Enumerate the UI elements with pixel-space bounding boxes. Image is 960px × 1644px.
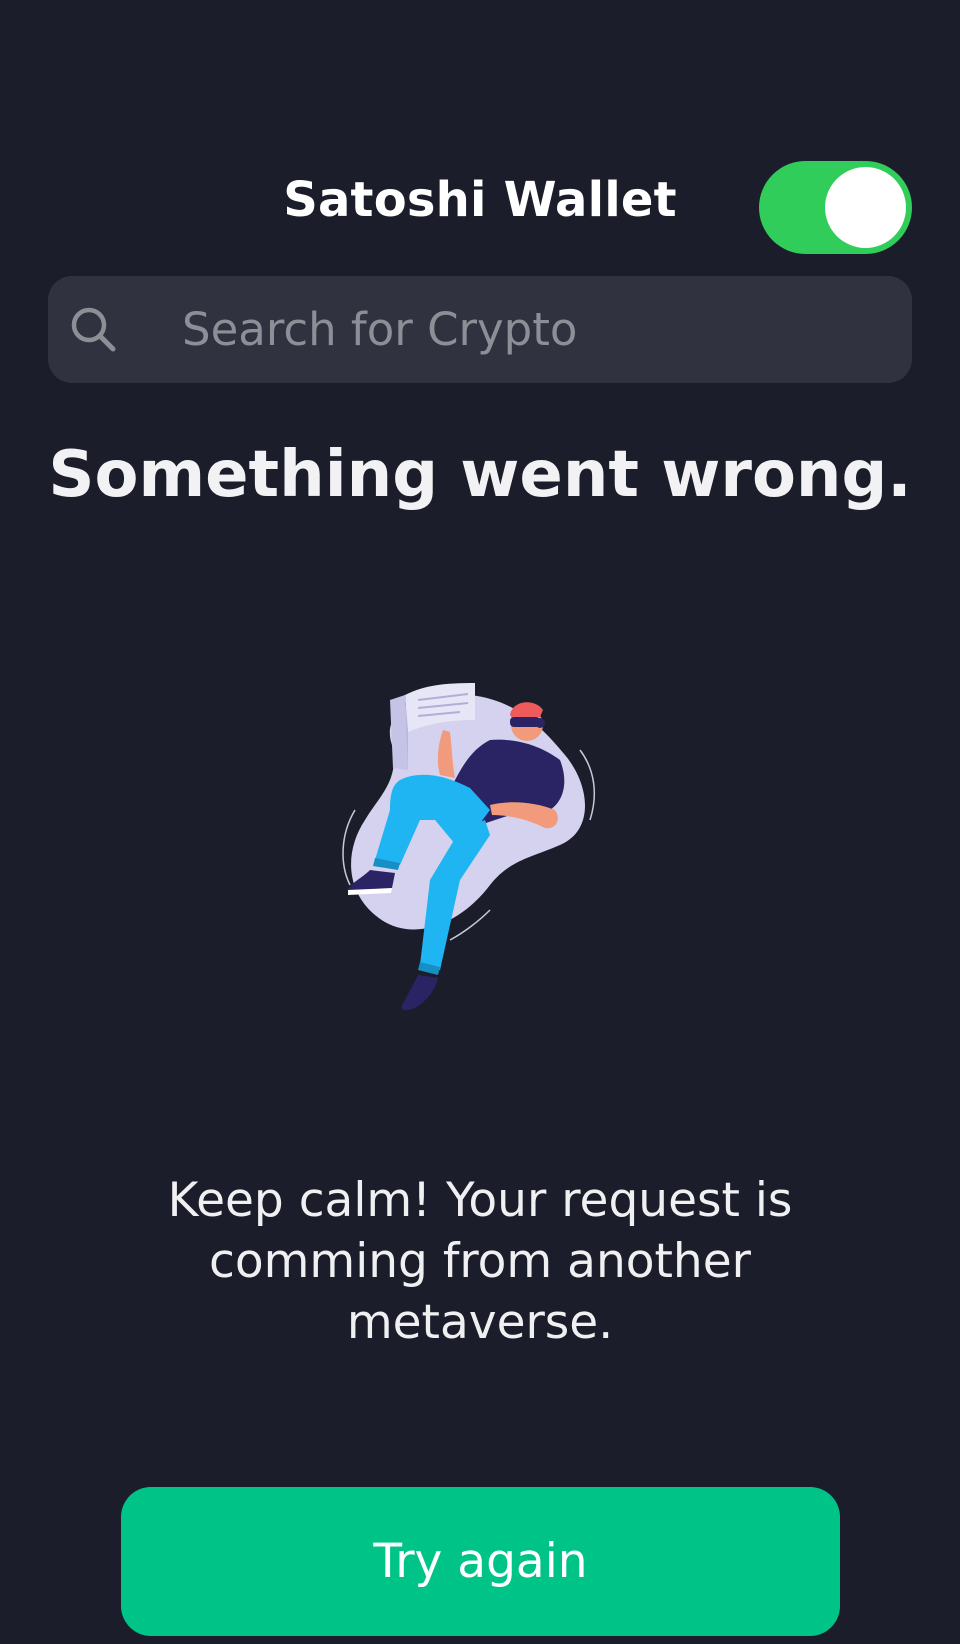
- toggle-knob[interactable]: [825, 167, 906, 248]
- try-again-button[interactable]: Try again: [121, 1487, 840, 1636]
- person-floating-vr-illustration: [342, 683, 596, 1011]
- search-bar[interactable]: [48, 276, 912, 383]
- error-screen: Satoshi Wallet Something went wrong.: [0, 0, 960, 1644]
- error-title: Something went wrong.: [48, 438, 912, 512]
- theme-toggle[interactable]: [759, 161, 912, 254]
- error-message: Keep calm! Your request is comming from …: [167, 1173, 793, 1350]
- search-icon: [71, 307, 116, 352]
- search-input[interactable]: [182, 276, 882, 383]
